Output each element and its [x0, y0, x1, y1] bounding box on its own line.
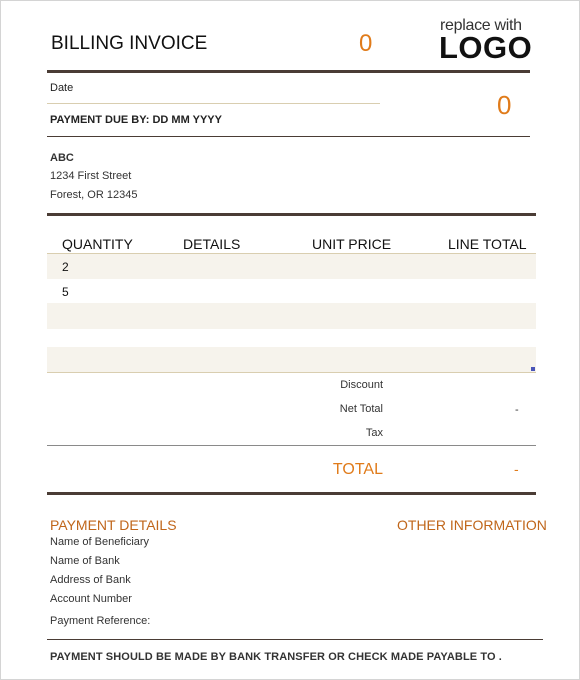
logo-placeholder[interactable]: LOGO — [439, 30, 532, 66]
date-underline — [47, 103, 380, 104]
payment-details-heading: PAYMENT DETAILS — [50, 517, 177, 533]
other-information-heading: OTHER INFORMATION — [397, 517, 547, 533]
table-row[interactable] — [47, 303, 536, 329]
net-total-value[interactable]: - — [515, 404, 519, 416]
net-total-label: Net Total — [339, 403, 383, 415]
beneficiary-label[interactable]: Name of Beneficiary — [50, 536, 149, 548]
table-row[interactable] — [47, 347, 536, 372]
column-header-details: DETAILS — [183, 236, 241, 252]
discount-label: Discount — [340, 379, 383, 391]
row-quantity[interactable]: 5 — [62, 285, 69, 299]
client-city[interactable]: Forest, OR 12345 — [50, 189, 137, 201]
due-value[interactable]: 0 — [497, 90, 511, 121]
table-bottom-divider — [47, 372, 536, 373]
meta-divider — [47, 136, 530, 137]
client-name[interactable]: ABC — [50, 152, 74, 164]
footer-divider — [47, 639, 543, 640]
summary-divider — [47, 445, 536, 446]
tax-label: Tax — [365, 427, 383, 439]
total-value[interactable]: - — [514, 461, 519, 477]
row-quantity[interactable]: 2 — [62, 260, 69, 274]
header-divider — [47, 70, 530, 73]
address-divider — [47, 213, 536, 216]
table-row[interactable] — [47, 254, 536, 279]
column-header-quantity: QUANTITY — [62, 236, 133, 252]
date-label[interactable]: Date — [50, 82, 73, 94]
column-header-line-total: LINE TOTAL — [448, 236, 527, 252]
invoice-number[interactable]: 0 — [359, 30, 372, 58]
invoice-title: BILLING INVOICE — [51, 33, 208, 54]
total-divider — [47, 492, 536, 495]
client-street[interactable]: 1234 First Street — [50, 170, 131, 182]
table-row[interactable] — [47, 279, 536, 304]
payment-reference-label[interactable]: Payment Reference: — [50, 615, 150, 627]
bank-address-label[interactable]: Address of Bank — [50, 574, 131, 586]
bank-name-label[interactable]: Name of Bank — [50, 555, 120, 567]
total-label: TOTAL — [332, 461, 383, 478]
resize-handle-icon[interactable] — [531, 367, 535, 371]
payment-due-by[interactable]: PAYMENT DUE BY: DD MM YYYY — [50, 114, 222, 126]
table-row-spacer — [47, 329, 536, 347]
column-header-unit-price: UNIT PRICE — [312, 236, 392, 252]
account-number-label[interactable]: Account Number — [50, 593, 132, 605]
payment-instructions: PAYMENT SHOULD BE MADE BY BANK TRANSFER … — [50, 651, 502, 663]
